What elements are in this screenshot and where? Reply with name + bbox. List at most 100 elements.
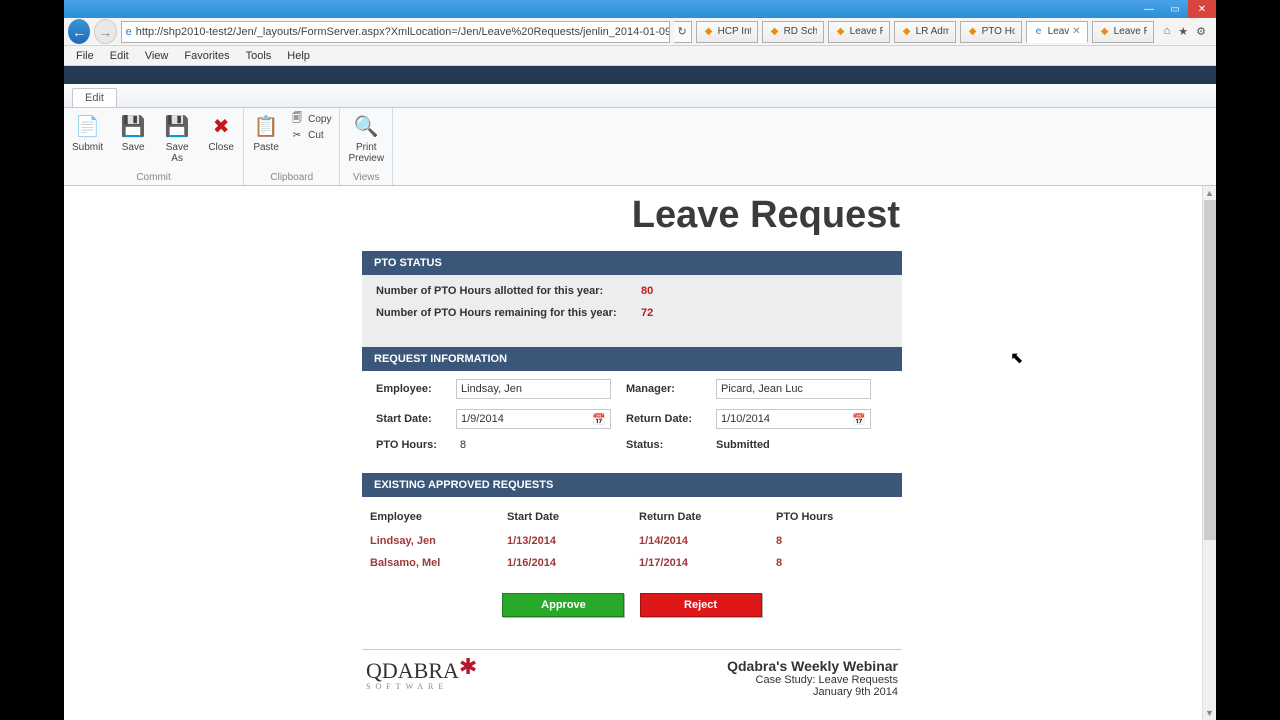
nav-icons: ⌂ ★ ⚙ (1158, 25, 1212, 38)
tab-rd[interactable]: ◆RD Sche... (762, 21, 824, 43)
form-footer: QDABRA✱ SOFTWARE Qdabra's Weekly Webinar… (362, 649, 902, 700)
tab-leave2[interactable]: ◆Leave R... (1092, 21, 1154, 43)
sp-header-bar (64, 66, 1216, 84)
sharepoint-icon: ◆ (967, 26, 979, 38)
ribbon-group-commit: 📄 Submit 💾 Save 💾 Save As ✖ Close (64, 108, 244, 185)
pto-hours-value: 8 (456, 439, 626, 451)
content-area: Edit 📄 Submit 💾 Save 💾 Save As (64, 66, 1216, 720)
save-as-button[interactable]: 💾 Save As (155, 108, 199, 164)
sp-tab-edit[interactable]: Edit (72, 88, 117, 107)
approve-button[interactable]: Approve (502, 593, 624, 617)
pto-allotted-label: Number of PTO Hours allotted for this ye… (376, 285, 641, 297)
ie-icon: e (126, 25, 132, 39)
calendar-icon[interactable]: 📅 (852, 412, 866, 426)
pto-status-panel: Number of PTO Hours allotted for this ye… (362, 275, 902, 347)
table-row: Lindsay, Jen 1/13/2014 1/14/2014 8 (370, 531, 894, 551)
manager-label: Manager: (626, 383, 716, 395)
save-button[interactable]: 💾 Save (111, 108, 155, 153)
return-date-field[interactable]: 1/10/2014📅 (716, 409, 871, 429)
close-button[interactable]: ✕ (1188, 0, 1216, 18)
ribbon-group-clipboard: 📋 Paste 🗐Copy ✂Cut Clipboard (244, 108, 340, 185)
form-area: Leave Request PTO STATUS Number of PTO H… (64, 186, 1216, 720)
maximize-button[interactable]: ▭ (1162, 0, 1188, 18)
ie-icon: e (1033, 26, 1045, 38)
footer-subtitle: Case Study: Leave Requests (727, 674, 898, 686)
home-icon[interactable]: ⌂ (1164, 25, 1171, 38)
url-text: http://shp2010-test2/Jen/_layouts/FormSe… (136, 26, 670, 38)
existing-table: Employee Start Date Return Date PTO Hour… (368, 505, 896, 575)
start-date-field[interactable]: 1/9/2014📅 (456, 409, 611, 429)
scroll-thumb[interactable] (1204, 200, 1216, 540)
cut-button[interactable]: ✂Cut (290, 128, 331, 142)
copy-button[interactable]: 🗐Copy (290, 112, 331, 126)
status-label: Status: (626, 439, 716, 451)
tab-leav-active[interactable]: eLeav...✕ (1026, 21, 1088, 43)
print-preview-button[interactable]: 🔍 Print Preview (340, 108, 392, 164)
tab-close-icon[interactable]: ✕ (1072, 26, 1080, 37)
menubar: File Edit View Favorites Tools Help (64, 46, 1216, 66)
section-existing: EXISTING APPROVED REQUESTS (362, 473, 902, 497)
submit-button[interactable]: 📄 Submit (64, 108, 111, 153)
status-value: Submitted (716, 439, 886, 451)
sharepoint-icon: ◆ (703, 26, 715, 38)
tab-leave1[interactable]: ◆Leave R... (828, 21, 890, 43)
close-form-button[interactable]: ✖ Close (199, 108, 243, 153)
request-info-panel: Employee: Lindsay, Jen Manager: Picard, … (362, 371, 902, 473)
section-pto-status: PTO STATUS (362, 251, 902, 275)
tab-hcp[interactable]: ◆HCP Int... (696, 21, 758, 43)
pto-remaining-value: 72 (641, 307, 653, 319)
employee-field[interactable]: Lindsay, Jen (456, 379, 611, 399)
paste-button[interactable]: 📋 Paste (244, 108, 288, 153)
cut-icon: ✂ (290, 128, 304, 142)
qdabra-logo: QDABRA✱ SOFTWARE (366, 658, 477, 691)
url-bar[interactable]: e http://shp2010-test2/Jen/_layouts/Form… (121, 21, 670, 43)
ribbon-group-views: 🔍 Print Preview Views (340, 108, 393, 185)
col-return: Return Date (639, 507, 774, 529)
tab-lradm[interactable]: ◆LR Adm... (894, 21, 956, 43)
forward-button[interactable]: → (94, 19, 116, 44)
footer-date: January 9th 2014 (727, 686, 898, 698)
scroll-up-icon[interactable]: ▲ (1203, 186, 1216, 200)
sharepoint-icon: ◆ (835, 26, 847, 38)
menu-help[interactable]: Help (279, 48, 318, 64)
sp-tabrow: Edit (64, 84, 1216, 108)
save-as-icon: 💾 (163, 112, 191, 140)
col-start: Start Date (507, 507, 637, 529)
paste-icon: 📋 (252, 112, 280, 140)
scrollbar[interactable]: ▲ ▼ (1202, 186, 1216, 720)
return-date-label: Return Date: (626, 413, 716, 425)
menu-file[interactable]: File (68, 48, 102, 64)
sharepoint-icon: ◆ (769, 26, 781, 38)
print-preview-icon: 🔍 (352, 112, 380, 140)
tools-icon[interactable]: ⚙ (1196, 25, 1206, 38)
menu-favorites[interactable]: Favorites (176, 48, 237, 64)
reject-button[interactable]: Reject (640, 593, 762, 617)
scroll-down-icon[interactable]: ▼ (1203, 706, 1216, 720)
ribbon-group-label: Clipboard (244, 170, 339, 185)
close-form-icon: ✖ (207, 112, 235, 140)
employee-label: Employee: (376, 383, 456, 395)
menu-tools[interactable]: Tools (238, 48, 280, 64)
menu-view[interactable]: View (137, 48, 177, 64)
col-employee: Employee (370, 507, 505, 529)
copy-icon: 🗐 (290, 112, 304, 126)
manager-field[interactable]: Picard, Jean Luc (716, 379, 871, 399)
navbar: ← → e http://shp2010-test2/Jen/_layouts/… (64, 18, 1216, 46)
start-date-label: Start Date: (376, 413, 456, 425)
ribbon: 📄 Submit 💾 Save 💾 Save As ✖ Close (64, 108, 1216, 186)
tab-pto[interactable]: ◆PTO Ho... (960, 21, 1022, 43)
page-title: Leave Request (362, 190, 902, 251)
pto-allotted-value: 80 (641, 285, 653, 297)
ribbon-group-label: Views (340, 170, 392, 185)
calendar-icon[interactable]: 📅 (592, 412, 606, 426)
refresh-button[interactable]: ↻ (674, 21, 692, 43)
favorites-icon[interactable]: ★ (1178, 25, 1188, 38)
submit-icon: 📄 (74, 112, 102, 140)
table-row: Balsamo, Mel 1/16/2014 1/17/2014 8 (370, 553, 894, 573)
menu-edit[interactable]: Edit (102, 48, 137, 64)
sharepoint-icon: ◆ (901, 26, 913, 38)
minimize-button[interactable]: — (1136, 0, 1162, 18)
footer-title: Qdabra's Weekly Webinar (727, 658, 898, 674)
pto-remaining-label: Number of PTO Hours remaining for this y… (376, 307, 641, 319)
back-button[interactable]: ← (68, 19, 90, 44)
